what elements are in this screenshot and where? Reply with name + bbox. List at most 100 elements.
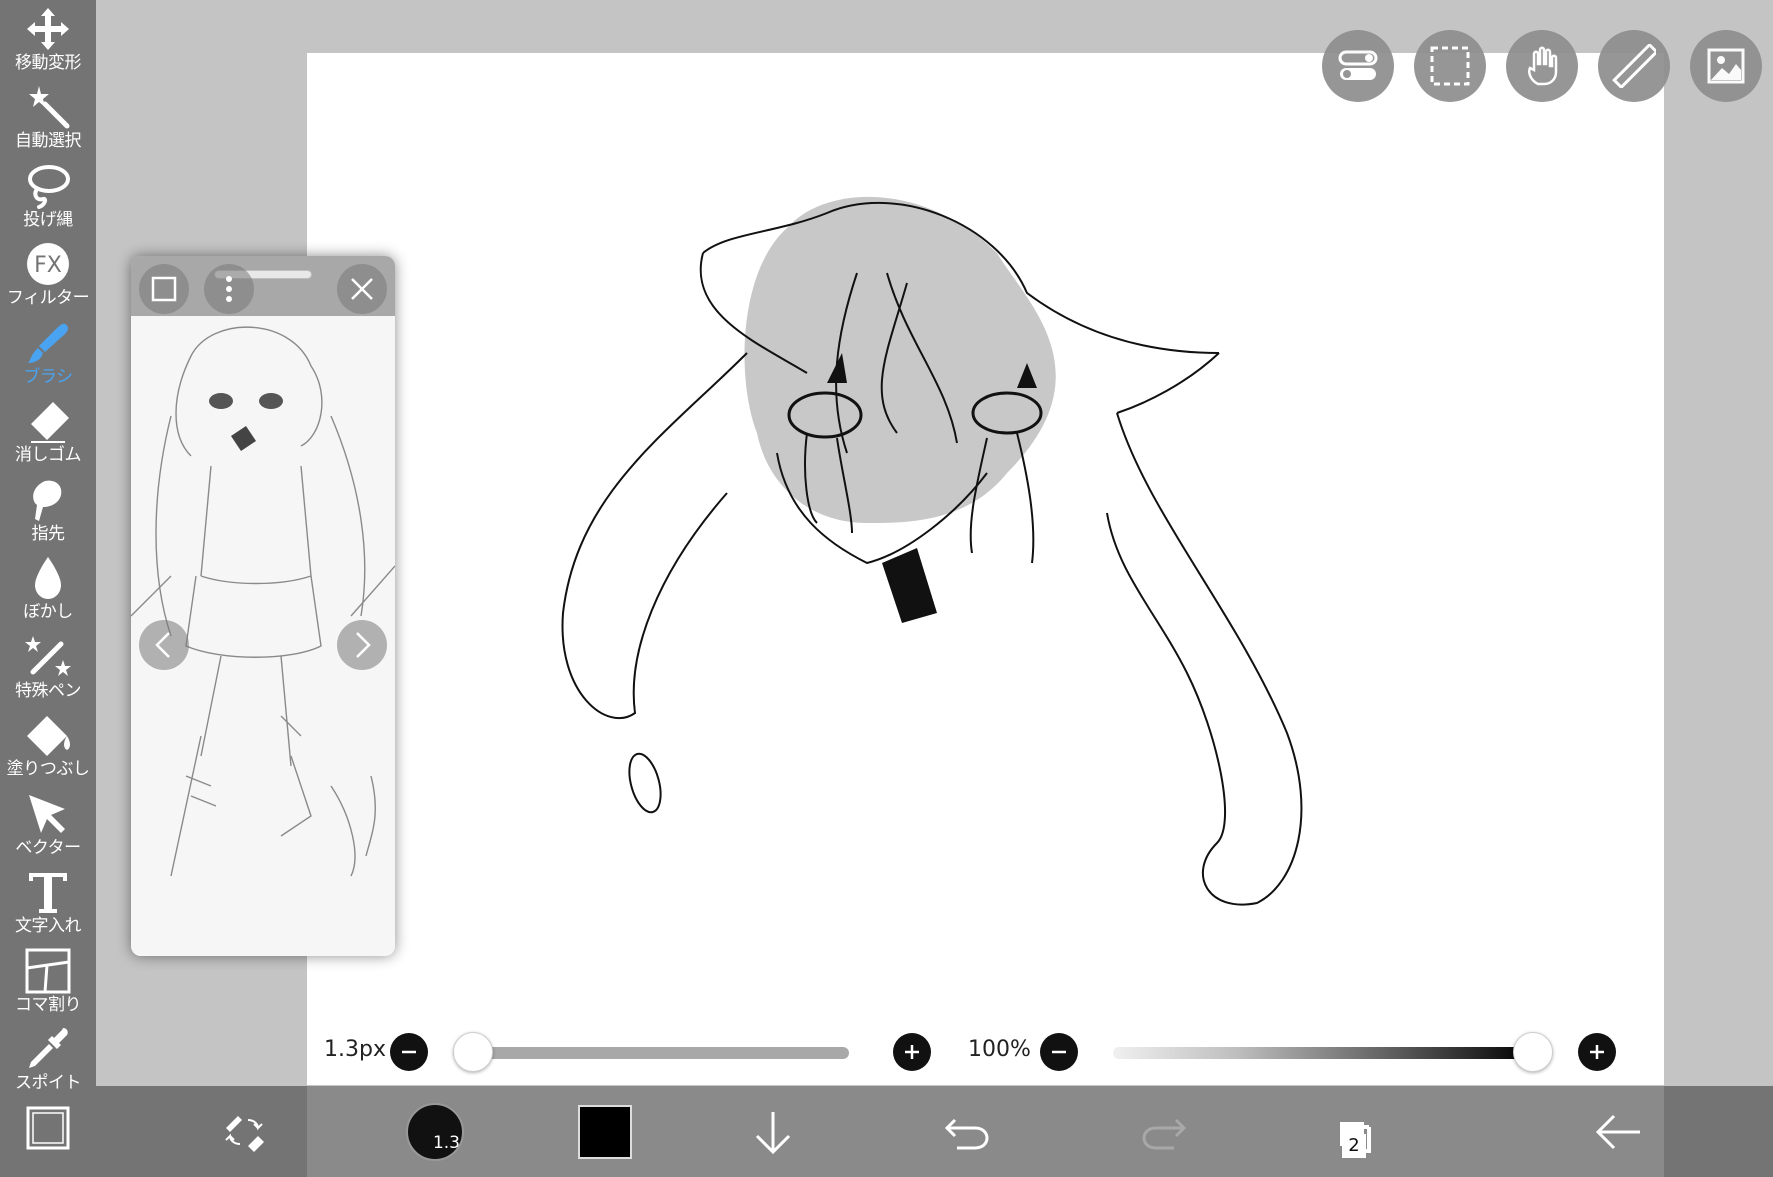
finger-icon: [33, 480, 62, 521]
canvas-icon: [26, 1106, 70, 1150]
toggle-icon: [1338, 50, 1378, 80]
more-icon: [226, 276, 232, 302]
tool-blur[interactable]: ぼかし: [0, 549, 96, 627]
move-icon: [27, 8, 69, 50]
tool-label: スポイト: [15, 1073, 82, 1094]
tool-label: 消しゴム: [15, 445, 82, 466]
reference-next-button[interactable]: [337, 620, 387, 670]
download-button[interactable]: [733, 1086, 813, 1177]
magic-wand-icon: [29, 86, 70, 129]
color-button[interactable]: [555, 1086, 655, 1177]
swap-brush-eraser-icon: [225, 1115, 264, 1152]
tool-magic-wand[interactable]: 自動選択: [0, 78, 96, 156]
reference-close-button[interactable]: [337, 264, 387, 314]
layers-button[interactable]: 2: [1310, 1086, 1390, 1177]
tool-label: ブラシ: [23, 366, 73, 387]
redo-icon: [1142, 1118, 1187, 1149]
lasso-icon: [28, 164, 70, 209]
tool-label: フィルター: [6, 288, 90, 309]
minus-icon: [1052, 1050, 1066, 1054]
tool-sidebar: 移動変形 自動選択 投げ縄 FX フィルター ブラシ 消しゴム 指先 ぼかし 特…: [0, 0, 96, 1177]
slider-row: 1.3px 100%: [307, 1020, 1664, 1082]
eyedropper-icon: [29, 1028, 68, 1069]
brush-size-indicator: 1.3: [406, 1102, 464, 1161]
tool-lasso[interactable]: 投げ縄: [0, 157, 96, 235]
tool-label: 自動選択: [15, 131, 82, 152]
brush-size-value: 1.3px: [324, 1037, 386, 1062]
brush-size-button[interactable]: 1.3: [385, 1086, 485, 1177]
tool-label: 特殊ペン: [15, 680, 82, 701]
tool-text[interactable]: 文字入れ: [0, 863, 96, 941]
reference-more-button[interactable]: [204, 264, 254, 314]
text-icon: [29, 873, 67, 914]
hand-button[interactable]: [1506, 30, 1578, 102]
blur-icon: [35, 557, 61, 600]
opacity-decrease-button[interactable]: [1040, 1033, 1078, 1071]
redo-button[interactable]: [1124, 1086, 1204, 1177]
undo-button[interactable]: [927, 1086, 1007, 1177]
special-pen-icon: [25, 635, 71, 676]
tool-label: ベクター: [15, 837, 81, 858]
hand-icon: [1528, 46, 1558, 86]
tool-label: 移動変形: [15, 53, 82, 73]
tool-vector[interactable]: ベクター: [0, 785, 96, 863]
frame-divider-icon: [25, 948, 71, 994]
back-button[interactable]: [1578, 1086, 1658, 1177]
tool-label: 投げ縄: [23, 209, 73, 230]
tool-eraser[interactable]: 消しゴム: [0, 392, 96, 470]
tool-frame-divider[interactable]: コマ割り: [0, 942, 96, 1020]
arrow-down-icon: [755, 1111, 791, 1154]
tool-fill[interactable]: 塗りつぶし: [0, 706, 96, 784]
tool-canvas[interactable]: [0, 1099, 96, 1177]
fill-icon: [27, 716, 70, 757]
selection-icon: [1430, 46, 1470, 86]
vector-icon: [29, 794, 65, 833]
opacity-value: 100%: [968, 1037, 1031, 1062]
undo-icon: [944, 1118, 989, 1149]
drawing-canvas[interactable]: [307, 53, 1664, 1085]
selection-button[interactable]: [1414, 30, 1486, 102]
tool-filter[interactable]: FX フィルター: [0, 235, 96, 313]
material-button[interactable]: [1690, 30, 1762, 102]
plus-icon: [905, 1045, 919, 1059]
layer-icon: [151, 276, 177, 302]
ruler-icon: [1612, 44, 1656, 88]
tool-special-pen[interactable]: 特殊ペン: [0, 628, 96, 706]
opacity-increase-button[interactable]: [1578, 1033, 1616, 1071]
next-icon: [356, 632, 371, 658]
brush-size-knob[interactable]: [452, 1032, 493, 1072]
reference-layer-button[interactable]: [139, 264, 189, 314]
brush-size-slider[interactable]: [453, 1047, 849, 1059]
brush-size-indicator-label: 1.3: [432, 1132, 460, 1153]
tool-label: ぼかし: [23, 602, 73, 623]
plus-icon: [1590, 1045, 1604, 1059]
reference-prev-button[interactable]: [139, 620, 189, 670]
opacity-knob[interactable]: [1513, 1032, 1553, 1072]
material-icon: [1707, 48, 1745, 84]
ruler-button[interactable]: [1598, 30, 1670, 102]
layer-count: 2: [1342, 1133, 1366, 1158]
eraser-icon: [31, 402, 69, 444]
brush-size-increase-button[interactable]: [893, 1033, 931, 1071]
reference-window[interactable]: [131, 256, 395, 956]
tool-move[interactable]: 移動変形: [0, 0, 96, 78]
color-swatch: [578, 1104, 632, 1159]
opacity-slider[interactable]: [1113, 1047, 1533, 1059]
close-icon: [351, 278, 373, 300]
layers-icon: 2: [1324, 1106, 1376, 1158]
tool-label: 指先: [31, 523, 66, 544]
sketch-artwork: [561, 196, 1303, 906]
tool-smudge[interactable]: 指先: [0, 471, 96, 549]
brush-size-decrease-button[interactable]: [390, 1033, 428, 1071]
bottom-main-area: 1.3 2: [307, 1086, 1664, 1177]
toggle-button[interactable]: [1322, 30, 1394, 102]
tool-label: コマ割り: [15, 994, 82, 1015]
brush-icon: [28, 323, 68, 363]
swap-tool-button[interactable]: [204, 1086, 284, 1177]
prev-icon: [155, 632, 170, 658]
bottom-toolbar: 1.3 2: [96, 1086, 1773, 1177]
tool-eyedropper[interactable]: スポイト: [0, 1020, 96, 1098]
tool-brush[interactable]: ブラシ: [0, 314, 96, 392]
minus-icon: [402, 1050, 416, 1054]
svg-text:FX: FX: [34, 253, 62, 278]
